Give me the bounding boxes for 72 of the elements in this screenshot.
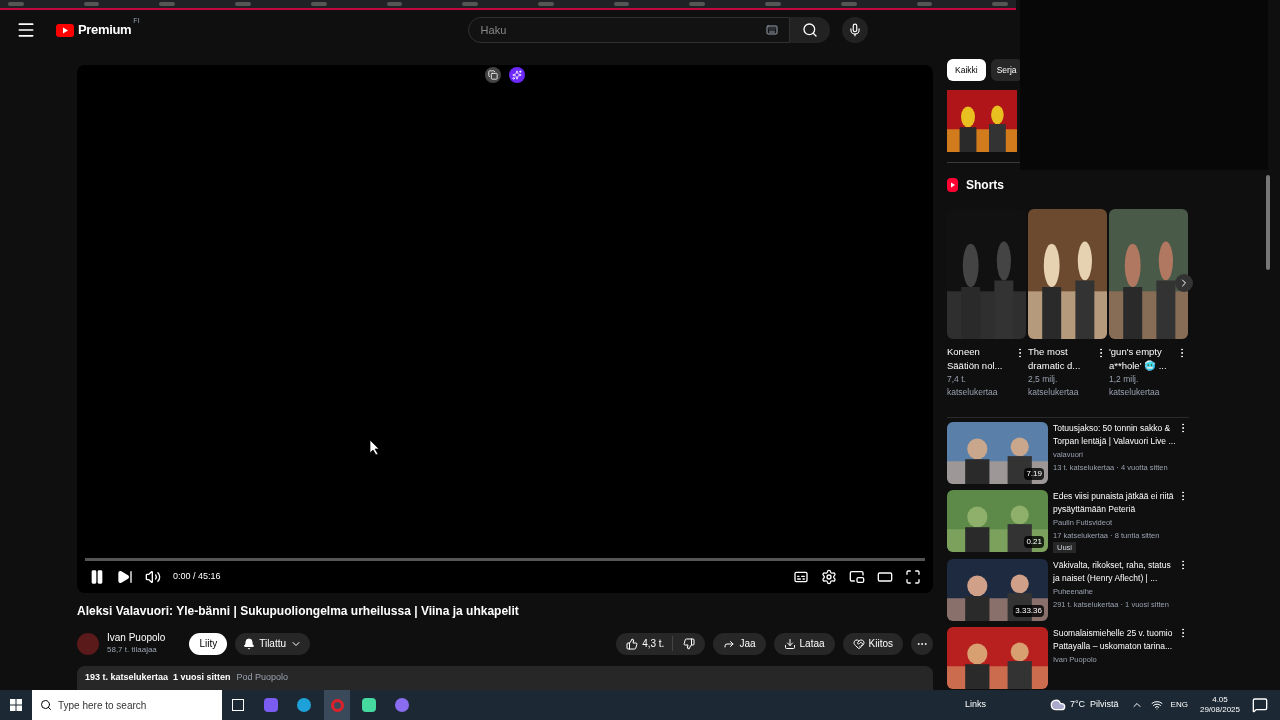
- duration-label: 0.21: [1024, 536, 1044, 548]
- logo-icon: [56, 23, 74, 37]
- more-button[interactable]: [911, 632, 933, 655]
- copy-icon: [488, 70, 498, 80]
- video-link[interactable]: Edes viisi punaista jätkää ei riitä pysäyttämään Peteriä: [1053, 490, 1177, 516]
- filter-chip[interactable]: Kaikki: [947, 59, 986, 81]
- sparkle-icon: [512, 70, 522, 80]
- channel-name[interactable]: Ivan Puopolo: [107, 632, 166, 645]
- short-views: 1,2 milj. katselukertaa: [1109, 373, 1161, 399]
- browser-icon[interactable]: [297, 698, 311, 712]
- duration-label: 7.19: [1024, 468, 1044, 480]
- video-title: Aleksi Valavuori: Yle-bänni | Sukupuoliongelma urheilussa | Viina ja uhkapelit: [77, 602, 520, 620]
- shorts-heading: Shorts: [966, 177, 1004, 194]
- network-icon[interactable]: [1150, 699, 1163, 711]
- video-link[interactable]: Totuusjakso: 50 tonnin sakko & Torpan lentäjä | Valavuori Live ...: [1053, 422, 1177, 448]
- description-panel[interactable]: 193 t. katselukertaa 1 vuosi sitten Pod Puopolo: [77, 666, 933, 690]
- download-icon: [783, 637, 796, 650]
- share-button[interactable]: Jaa: [713, 632, 766, 655]
- filter-chip[interactable]: Serja: [990, 59, 1023, 81]
- notifications-icon[interactable]: [1252, 697, 1268, 713]
- links-label[interactable]: Links: [964, 698, 986, 712]
- task-view-icon[interactable]: [232, 699, 244, 711]
- short-title[interactable]: Koneen Säätiön nol...: [947, 345, 1014, 373]
- keyboard-icon[interactable]: [765, 24, 778, 36]
- app-icon[interactable]: [395, 698, 409, 712]
- weather-label[interactable]: 7°C Pilvistä: [1070, 698, 1119, 712]
- subscriber-count: 58,7 t. tilaajaa: [107, 644, 158, 655]
- pause-button[interactable]: [89, 568, 105, 585]
- time-display: 0:00 / 45:16: [173, 569, 221, 583]
- language-label[interactable]: ENG: [1170, 699, 1188, 711]
- video-link[interactable]: Suomalaismiehelle 25 v. tuomio Pattayalla – uskomaton tarina...: [1053, 627, 1177, 654]
- sparkle-button[interactable]: [509, 67, 525, 83]
- short-views: 2,5 milj. katselukertaa: [1028, 373, 1080, 399]
- app-icon[interactable]: [362, 698, 376, 712]
- short-title[interactable]: 'gun's empty a**hole' 🥶 ...: [1109, 345, 1176, 373]
- thumbs-up-icon: [626, 637, 639, 650]
- microphone-icon: [847, 23, 862, 37]
- subscribe-button[interactable]: Tilattu: [235, 632, 311, 655]
- short-title[interactable]: The most dramatic d...: [1028, 345, 1095, 373]
- cursor-icon: [370, 440, 380, 455]
- shorts-icon: [947, 178, 958, 192]
- clock-date[interactable]: 29/08/2025: [1199, 705, 1240, 715]
- short-views: 7,4 t. katselukertaa: [947, 373, 999, 399]
- menu-icon[interactable]: [16, 20, 36, 40]
- copy-button[interactable]: [485, 67, 501, 83]
- progress-track[interactable]: [85, 557, 925, 561]
- taskbar-search-field[interactable]: Type here to search: [32, 690, 222, 720]
- download-button[interactable]: Lataa: [773, 632, 835, 655]
- video-link[interactable]: Väkivalta, rikokset, raha, status ja naiset (Henry Aflecht) | ...: [1053, 559, 1177, 586]
- next-arrow-button[interactable]: [1175, 274, 1193, 292]
- duration-label: 3.33.36: [1013, 605, 1044, 618]
- thumbs-down-icon: [683, 637, 696, 650]
- join-button[interactable]: Liity: [189, 632, 228, 655]
- search-button[interactable]: [789, 17, 830, 43]
- miniplayer-button[interactable]: [849, 568, 865, 585]
- settings-button[interactable]: [821, 568, 837, 585]
- cloud-icon[interactable]: [1050, 697, 1066, 713]
- search-icon: [801, 22, 818, 38]
- search-field[interactable]: Haku: [467, 17, 790, 43]
- bell-icon: [243, 637, 256, 650]
- thanks-button[interactable]: Kiitos: [842, 632, 903, 655]
- tag-link[interactable]: Pod Puopolo: [236, 671, 289, 685]
- clock-time[interactable]: 4.05: [1212, 695, 1228, 705]
- fullscreen-button[interactable]: [905, 568, 921, 585]
- microphone-button[interactable]: [841, 17, 868, 43]
- video-player[interactable]: 0:00 / 45:16: [77, 65, 933, 593]
- volume-button[interactable]: [145, 568, 161, 585]
- logo-text: Premium: [78, 21, 132, 40]
- windows-icon[interactable]: [10, 699, 22, 711]
- app-icon[interactable]: [264, 698, 278, 712]
- next-button[interactable]: [117, 568, 133, 585]
- view-stats: 193 t. katselukertaa 1 vuosi sitten: [85, 671, 231, 685]
